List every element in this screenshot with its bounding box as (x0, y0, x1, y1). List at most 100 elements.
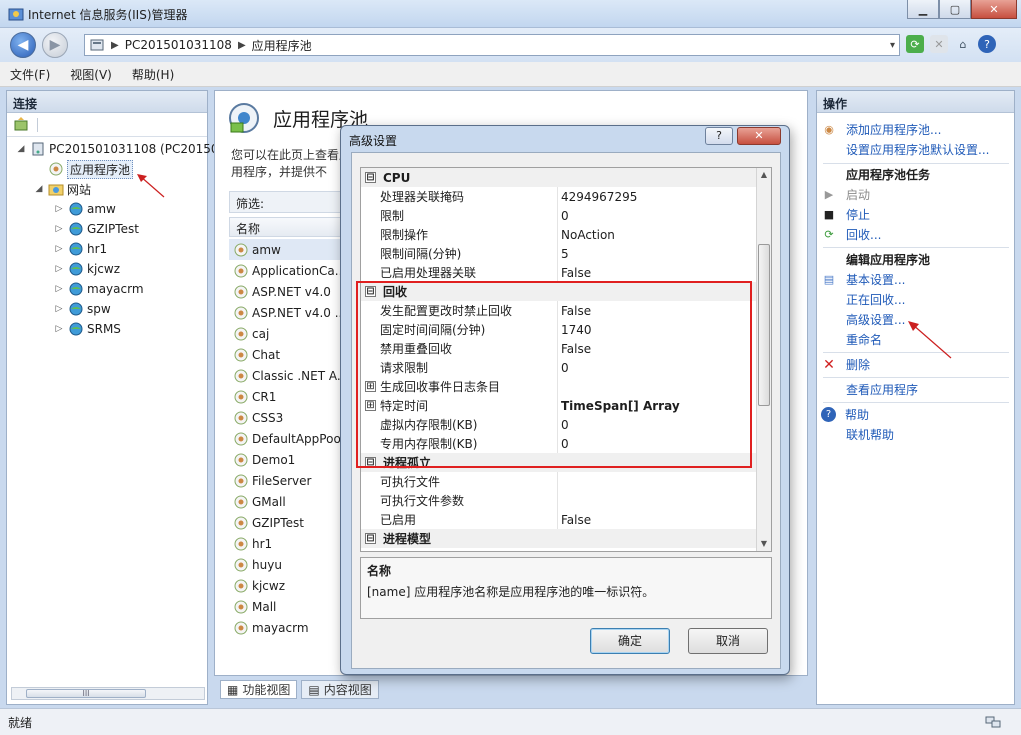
address-field[interactable]: ▶ PC201501031108 ▶ 应用程序池 ▾ (84, 34, 900, 56)
property-row[interactable]: 可执行文件参数 (361, 491, 757, 510)
scroll-thumb[interactable] (758, 244, 770, 406)
list-item[interactable]: huyu (229, 554, 344, 575)
list-item[interactable]: GMall (229, 491, 344, 512)
property-row[interactable]: 处理器关联掩码 4294967295 (361, 187, 757, 206)
expand-icon[interactable]: ▷ (53, 244, 65, 254)
horizontal-scrollbar[interactable]: III (11, 687, 205, 700)
refresh-icon[interactable]: ⟳ (906, 35, 924, 53)
collapse-icon[interactable]: ⊟ (365, 172, 376, 183)
stop-icon[interactable]: ✕ (930, 35, 948, 53)
menu-bar: 文件(F) 视图(V) 帮助(H) (0, 62, 1021, 87)
minimize-button[interactable]: ▁ (907, 0, 939, 19)
app-pool-icon (234, 264, 248, 277)
collapse-icon[interactable]: ◢ (15, 144, 27, 154)
help-icon[interactable]: ? (978, 35, 996, 53)
collapse-icon[interactable]: ◢ (33, 184, 45, 194)
list-item[interactable]: amw (229, 239, 344, 260)
dialog-close-button[interactable]: ✕ (737, 127, 781, 145)
action-stop[interactable]: ■ 停止 (817, 205, 1014, 224)
property-value[interactable]: False (561, 266, 591, 280)
category-row[interactable]: ⊟ 进程模型 (361, 529, 757, 548)
tab-content-view[interactable]: ▤ 内容视图 (301, 680, 379, 699)
list-item[interactable]: ApplicationCa... (229, 260, 344, 281)
forward-button[interactable]: ▶ (42, 32, 68, 58)
tab-features-view[interactable]: ▦ 功能视图 (220, 680, 298, 699)
action-start[interactable]: ▶ 启动 (817, 185, 1014, 204)
property-row[interactable]: 可执行文件 (361, 472, 757, 491)
action-basic-settings[interactable]: ▤ 基本设置... (817, 270, 1014, 289)
list-item[interactable]: Chat (229, 344, 344, 365)
list-item[interactable]: ASP.NET v4.0 ... (229, 302, 344, 323)
expand-icon[interactable]: ▷ (53, 304, 65, 314)
column-header-name[interactable]: 名称 (229, 217, 344, 237)
action-recycle[interactable]: ⟳ 回收... (817, 225, 1014, 244)
property-row[interactable]: 已启用 False (361, 510, 757, 529)
expand-icon[interactable]: ▷ (53, 324, 65, 334)
list-item[interactable]: hr1 (229, 533, 344, 554)
list-item[interactable]: kjcwz (229, 575, 344, 596)
tree-site[interactable]: ▷ kjcwz (53, 259, 120, 279)
property-value[interactable]: 0 (561, 209, 569, 223)
maximize-button[interactable]: ▢ (939, 0, 971, 19)
action-recycling[interactable]: 正在回收... (817, 290, 1014, 309)
close-button[interactable]: ✕ (971, 0, 1017, 19)
tree-site[interactable]: ▷ mayacrm (53, 279, 144, 299)
tree-site[interactable]: ▷ amw (53, 199, 116, 219)
tree-sites[interactable]: ◢ 网站 (33, 179, 91, 199)
cancel-button[interactable]: 取消 (688, 628, 768, 654)
ok-button[interactable]: 确定 (590, 628, 670, 654)
action-help[interactable]: ? 帮助 (817, 405, 1014, 424)
home-icon[interactable]: ⌂ (954, 35, 972, 53)
list-item[interactable]: CSS3 (229, 407, 344, 428)
back-button[interactable]: ◀ (10, 32, 36, 58)
scroll-down-icon[interactable]: ▼ (757, 537, 771, 551)
list-item[interactable]: Classic .NET A... (229, 365, 344, 386)
expand-icon[interactable]: ▷ (53, 204, 65, 214)
expand-icon[interactable]: ▷ (53, 284, 65, 294)
menu-view[interactable]: 视图(V) (60, 66, 122, 83)
list-item[interactable]: Mall (229, 596, 344, 617)
list-item[interactable]: mayacrm (229, 617, 344, 638)
collapse-icon[interactable]: ⊟ (365, 533, 376, 544)
property-value[interactable]: NoAction (561, 228, 615, 242)
property-row[interactable]: 限制操作 NoAction (361, 225, 757, 244)
property-value[interactable]: False (561, 513, 591, 527)
breadcrumb-server[interactable]: PC201501031108 (125, 38, 232, 52)
list-item[interactable]: Demo1 (229, 449, 344, 470)
page-description: 您可以在此页上查看应用程序，并提供不 (231, 148, 352, 179)
vertical-scrollbar[interactable]: ▲ ▼ (756, 168, 771, 551)
tree-site[interactable]: ▷ GZIPTest (53, 219, 139, 239)
scroll-thumb[interactable]: III (26, 689, 146, 698)
action-add-pool[interactable]: ◉ 添加应用程序池... (817, 120, 1014, 139)
scroll-up-icon[interactable]: ▲ (757, 168, 771, 182)
filter-bar[interactable]: 筛选: (229, 191, 344, 213)
expand-icon[interactable]: ▷ (53, 224, 65, 234)
list-item[interactable]: DefaultAppPoo (229, 428, 344, 449)
tree-app-pools[interactable]: 应用程序池 (33, 159, 134, 179)
action-online-help[interactable]: 联机帮助 (817, 425, 1014, 444)
property-row[interactable]: 限制间隔(分钟) 5 (361, 244, 757, 263)
property-value[interactable]: 5 (561, 247, 569, 261)
expand-icon[interactable]: ▷ (53, 264, 65, 274)
tree-site[interactable]: ▷ SRMS (53, 319, 121, 339)
tree-site[interactable]: ▷ spw (53, 299, 111, 319)
action-set-defaults[interactable]: 设置应用程序池默认设置... (817, 140, 1014, 159)
menu-help[interactable]: 帮助(H) (122, 66, 184, 83)
list-item[interactable]: ASP.NET v4.0 (229, 281, 344, 302)
category-row[interactable]: ⊟ CPU (361, 168, 757, 187)
connect-icon[interactable] (13, 116, 29, 133)
list-item[interactable]: FileServer (229, 470, 344, 491)
list-item[interactable]: caj (229, 323, 344, 344)
property-row[interactable]: 限制 0 (361, 206, 757, 225)
list-item[interactable]: CR1 (229, 386, 344, 407)
tree-site[interactable]: ▷ hr1 (53, 239, 108, 259)
menu-file[interactable]: 文件(F) (0, 66, 60, 83)
chevron-down-icon[interactable]: ▾ (890, 40, 895, 51)
dialog-help-button[interactable]: ? (705, 127, 733, 145)
tree-server[interactable]: ◢ PC201501031108 (PC20150 (15, 139, 219, 159)
breadcrumb-app-pools[interactable]: 应用程序池 (252, 37, 312, 54)
list-item[interactable]: GZIPTest (229, 512, 344, 533)
property-value[interactable]: 4294967295 (561, 190, 637, 204)
action-view-apps[interactable]: 查看应用程序 (817, 380, 1014, 399)
property-row[interactable]: 已启用处理器关联 False (361, 263, 757, 282)
